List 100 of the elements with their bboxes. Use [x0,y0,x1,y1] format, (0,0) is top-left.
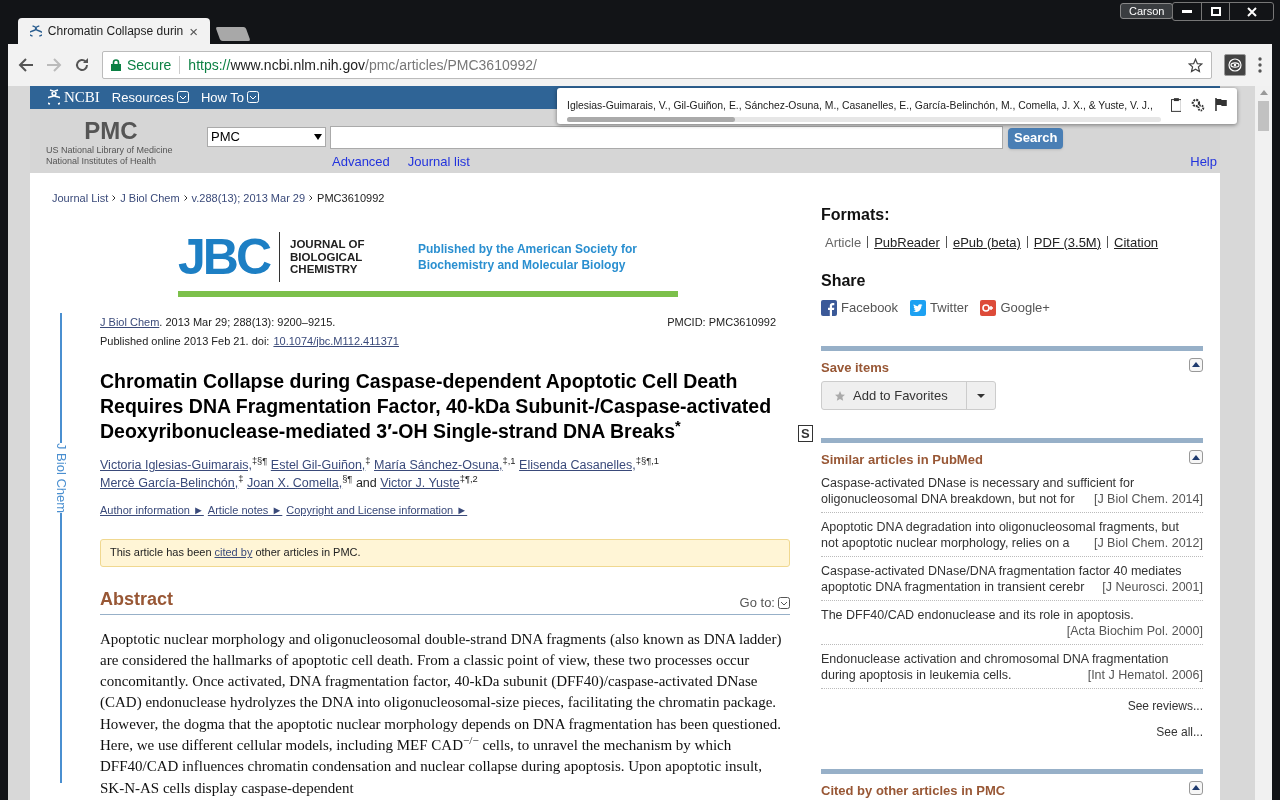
pmc-logo[interactable]: PMC [84,116,138,145]
format-link[interactable]: PDF (3.5M) [1033,232,1101,252]
info-link[interactable]: Copyright and License information ► [286,502,468,519]
format-link[interactable]: Article [825,232,862,252]
address-bar[interactable]: Secure https://www.ncbi.nlm.nih.gov/pmc/articles/PMC3610992/ [102,51,1212,79]
nav-menu[interactable]: How To [201,87,260,108]
similar-article-link[interactable]: apoptotic DNA fragmentation in transient cerebr [821,578,1085,595]
share-link[interactable]: Google+ [980,298,1050,318]
scroll-thumb[interactable] [1258,101,1269,131]
author-link[interactable]: Victoria Iglesias-Guimarais, [100,458,252,472]
reload-icon[interactable] [74,57,90,73]
scroll-thumb[interactable] [567,116,735,122]
affiliation-marks: §¶ [342,474,353,485]
author-link[interactable]: Estel Gil-Guiñon, [270,458,366,472]
similar-article-link[interactable]: Apoptotic DNA degradation into oligonucleosomal fragments, but [821,519,1179,534]
journal-name: JOURNAL OF [290,238,366,251]
similar-article-link[interactable]: The DFF40/CAD endonuclease and its role in apoptosis. [821,607,1134,622]
notice-text: other articles in PMC. [255,545,361,561]
breadcrumb-item[interactable]: Journal List [52,189,109,206]
info-link[interactable]: Article notes ► [207,502,283,519]
bookmark-star-icon[interactable] [1188,57,1203,73]
more-link[interactable]: See all... [1156,722,1203,741]
collapse-button[interactable] [1189,780,1203,795]
ncbi-logo[interactable]: NCBI [64,86,100,109]
flag-icon[interactable] [1215,98,1227,111]
breadcrumb-item[interactable]: v.288(13); 2013 Mar 29 [191,189,306,206]
citation-text: . 2013 Mar 29; 288(13): 9200–9215. [159,316,336,328]
affiliation-marks: ‡¶,2 [459,474,478,485]
url-text: https://www.ncbi.nlm.nih.gov/pmc/articles/PMC3610992/ [188,55,537,75]
author-link[interactable]: María Sánchez-Osuna, [374,458,503,472]
format-link[interactable]: Citation [1114,232,1159,252]
similar-article-link[interactable]: oligonucleosomal DNA breakdown, but not for [821,490,1075,507]
google-plus-icon [980,299,997,316]
nav-menu[interactable]: Resources [111,87,189,108]
close-icon [1246,6,1257,17]
similar-article-link[interactable]: Caspase-activated DNase is necessary and sufficient for [821,475,1135,490]
abstract-heading: Abstract [100,587,174,611]
author-link[interactable]: Elisenda Casanelles, [519,458,636,472]
affiliation-marks: ‡§¶ [251,456,268,467]
dropdown-arrow-icon [314,133,322,140]
format-link[interactable]: ePub (beta) [952,232,1021,252]
search-link[interactable]: Advanced [332,151,390,172]
breadcrumb-item: PMC3610992 [317,190,385,206]
scrollbar[interactable] [1255,86,1272,800]
jbc-logo: JBC [178,232,270,282]
published-text: Published online 2013 Feb 21. doi: [100,333,270,349]
journal-side-label: J Biol Chem [52,442,70,513]
similar-article-link[interactable]: Caspase-activated DNase/DNA fragmentation factor 40 mediates [821,563,1182,578]
facebook-icon [821,299,837,316]
journal-name: BIOLOGICAL [290,250,364,264]
horizontal-scrollbar[interactable] [567,116,1161,122]
menu-icon[interactable] [1258,57,1262,73]
clipboard-icon[interactable] [1170,98,1182,112]
database-select[interactable]: PMC [207,126,326,147]
similar-article-link[interactable]: during apoptosis in leukemia cells. [821,666,1012,683]
doi-link[interactable]: 10.1074/jbc.M112.411371 [273,332,399,349]
share-link[interactable]: Facebook [821,298,899,318]
collapse-button[interactable] [1189,450,1203,464]
share-link[interactable]: Twitter [910,298,969,318]
supplement-badge[interactable]: S [798,425,813,442]
section-heading: Similar articles in PubMed [821,451,983,469]
gears-icon[interactable] [1191,98,1206,112]
help-link[interactable]: Help [1190,151,1217,172]
search-field[interactable] [330,125,1003,149]
author-link[interactable]: Joan X. Comella, [246,476,343,490]
info-link[interactable]: Author information ► [100,502,204,519]
cited-by-link[interactable]: cited by [214,544,253,561]
helix-icon [48,89,60,106]
source-text: [J Neurosci. 2001] [1102,578,1203,595]
affiliation-marks: ‡ [238,474,244,485]
conjunction-text: and [355,476,377,490]
search-button[interactable]: Search [1008,127,1064,149]
back-icon[interactable] [18,57,34,73]
close-tab-button[interactable]: × [189,23,198,39]
extension-button[interactable] [1224,54,1246,76]
format-link[interactable]: PubReader [874,232,940,252]
chevron-icon [778,596,790,609]
profile-button[interactable]: Carson [1120,3,1174,19]
more-link[interactable]: See reviews... [1127,696,1203,715]
twitter-icon [910,299,927,316]
breadcrumb-item[interactable]: J Biol Chem [120,189,180,206]
source-text: [J Biol Chem. 2014] [1093,490,1203,507]
source-text: [Acta Biochim Pol. 2000] [1066,622,1203,639]
section-heading: Cited by other articles in PMC [821,781,1006,800]
author-link[interactable]: Victor J. Yuste [380,476,460,490]
similar-article-link[interactable]: not apoptotic nuclear morphology, relies on a [821,534,1070,551]
affiliation-marks: ‡§¶,1 [635,456,660,467]
new-tab-button[interactable] [215,27,251,41]
similar-article-link[interactable]: Endonuclease activation and chromosomal DNA fragmentation [821,651,1169,666]
author-link[interactable]: Mercè García-Belinchón, [100,476,239,490]
tab-title: Chromatin Collapse durin [47,23,184,40]
goto-menu[interactable]: Go to: [739,593,790,613]
helix-icon [30,24,42,38]
chevron-icon [247,91,260,104]
journal-name: CHEMISTRY [290,263,359,276]
search-link[interactable]: Journal list [407,151,470,172]
chevron-right-icon [112,194,117,201]
collapse-button[interactable] [1189,357,1203,372]
section-heading: Save items [821,358,889,377]
browser-tab[interactable]: Chromatin Collapse durin × [18,18,210,44]
